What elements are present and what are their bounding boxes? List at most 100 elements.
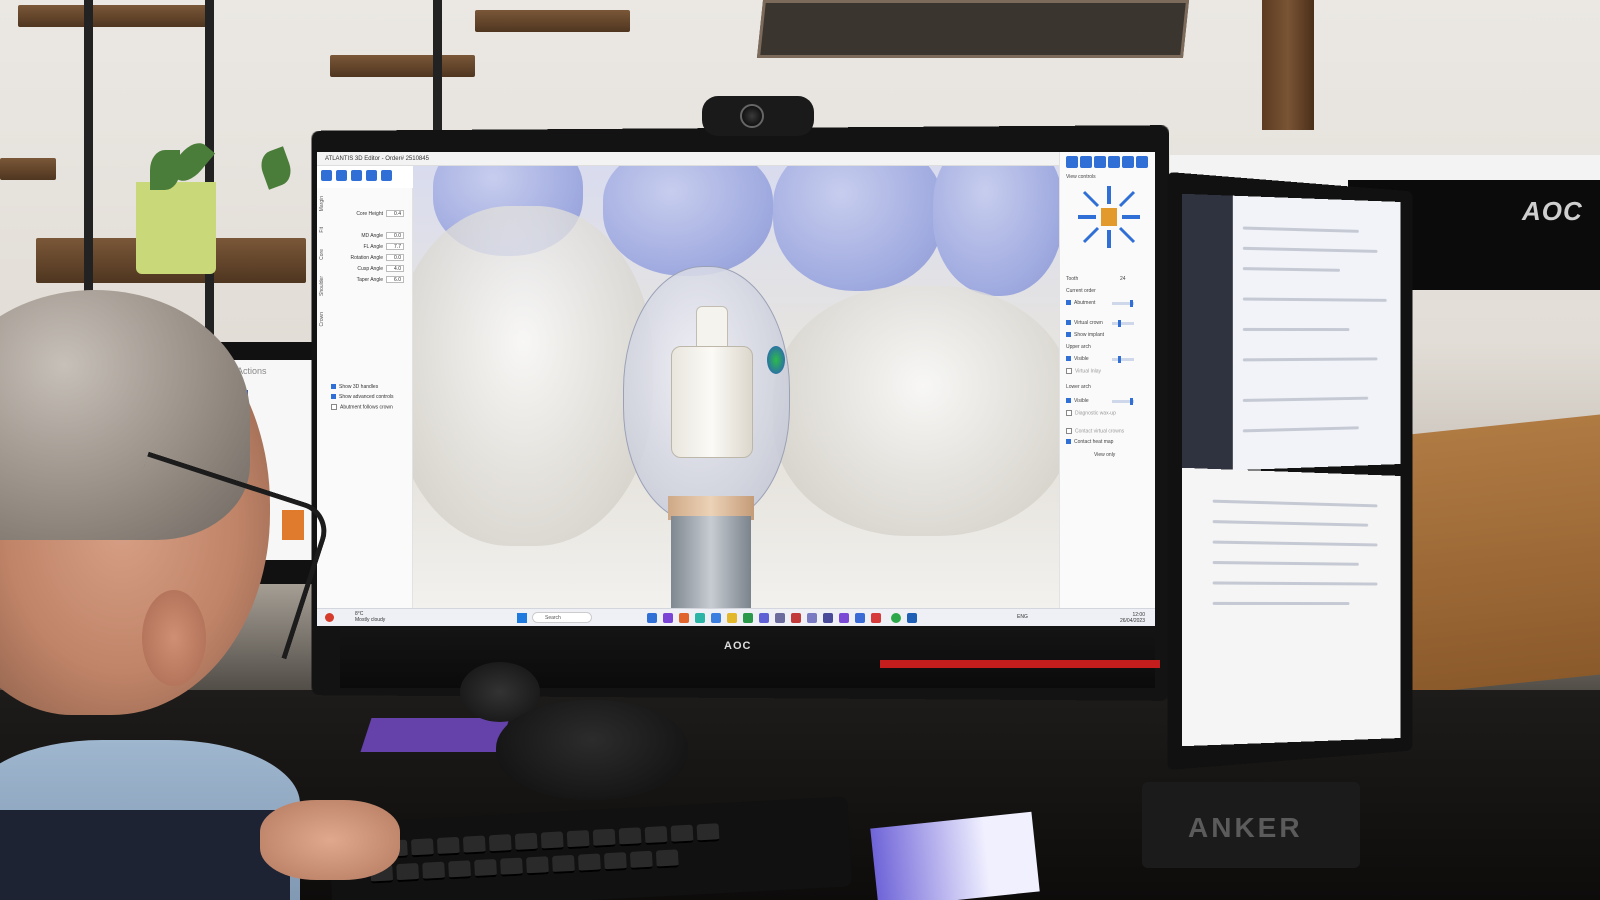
monitor-chin — [340, 628, 1155, 688]
checkbox[interactable] — [1066, 300, 1071, 305]
opacity-slider[interactable] — [1112, 302, 1134, 305]
layer-virtual-crown[interactable]: Virtual crown — [1066, 320, 1103, 326]
message-line — [1243, 267, 1340, 272]
upper-arch-label: Upper arch — [1066, 344, 1091, 350]
tool-icon[interactable] — [381, 170, 392, 181]
view-icon[interactable] — [1094, 156, 1106, 168]
key — [604, 852, 627, 871]
checkbox[interactable] — [1066, 410, 1072, 416]
param-input[interactable]: 7.7 — [386, 243, 404, 250]
view-icon[interactable] — [1080, 156, 1092, 168]
tab-fit[interactable]: Fit — [319, 227, 325, 233]
app-icon[interactable] — [823, 613, 833, 623]
param-input[interactable]: 6.0 — [386, 276, 404, 283]
option-show-advanced[interactable]: Show advanced controls — [331, 394, 393, 400]
param-input[interactable]: 0.0 — [386, 254, 404, 261]
tab-core[interactable]: Core — [319, 249, 325, 260]
option-abutment-follows[interactable]: Abutment follows crown — [331, 404, 393, 410]
checkbox[interactable] — [1066, 356, 1071, 361]
checkbox[interactable] — [1066, 320, 1071, 325]
app-icon[interactable] — [907, 613, 917, 623]
tab-shoulder[interactable]: Shoulder — [319, 276, 325, 296]
view-icon[interactable] — [1122, 156, 1134, 168]
email-row — [1213, 561, 1359, 566]
view-only-button[interactable]: View only — [1094, 452, 1115, 458]
right-monitor-upper-screen — [1182, 194, 1401, 472]
opacity-slider[interactable] — [1112, 358, 1134, 361]
speaker-logo: ANKER — [1188, 812, 1303, 844]
param-label: FL Angle — [363, 244, 383, 250]
tab-crown[interactable]: Crown — [319, 312, 325, 326]
key — [541, 831, 564, 850]
windows-start-icon[interactable] — [517, 613, 527, 623]
view-icon[interactable] — [1136, 156, 1148, 168]
app-icon[interactable] — [855, 613, 865, 623]
key — [515, 833, 538, 852]
view-icon[interactable] — [1108, 156, 1120, 168]
layer-abutment[interactable]: Abutment — [1066, 300, 1095, 306]
weather-icon[interactable] — [325, 613, 334, 622]
param-taper-angle: Taper Angle 6.0 — [333, 276, 409, 285]
layer-lower-visible[interactable]: Visible — [1066, 398, 1089, 404]
app-icon[interactable] — [775, 613, 785, 623]
param-input[interactable]: 0.4 — [386, 210, 404, 217]
param-fl-angle: FL Angle 7.7 — [333, 243, 409, 252]
checkbox[interactable] — [1066, 332, 1071, 337]
check-icon[interactable] — [321, 170, 332, 181]
key — [578, 853, 601, 872]
view-icon[interactable] — [1066, 156, 1078, 168]
checkbox[interactable] — [1066, 428, 1072, 434]
message-line — [1243, 297, 1387, 301]
key — [411, 838, 434, 857]
key — [630, 851, 653, 870]
folder-icon[interactable] — [727, 613, 737, 623]
app-icon[interactable] — [791, 613, 801, 623]
tooth-select[interactable]: 24 — [1120, 276, 1126, 282]
param-input[interactable]: 4.0 — [386, 265, 404, 272]
option-show-3d-handles[interactable]: Show 3D handles — [331, 384, 378, 390]
checkbox[interactable] — [1066, 368, 1072, 374]
app-icon[interactable] — [695, 613, 705, 623]
right-view-panel: View controls Tooth 24 Current order Abu… — [1059, 152, 1155, 608]
orientation-cube-icon[interactable] — [1074, 182, 1144, 252]
layer-contact-heat-map[interactable]: Contact heat map — [1066, 439, 1113, 445]
checkbox[interactable] — [331, 394, 336, 399]
opacity-slider[interactable] — [1112, 322, 1134, 325]
param-input[interactable]: 0.0 — [386, 232, 404, 239]
app-icon[interactable] — [743, 613, 753, 623]
app-icon[interactable] — [759, 613, 769, 623]
app-icon[interactable] — [807, 613, 817, 623]
tool-icon[interactable] — [351, 170, 362, 181]
key — [656, 849, 679, 868]
message-line — [1243, 247, 1378, 253]
language-indicator[interactable]: ENG — [1017, 614, 1028, 620]
checkbox[interactable] — [1066, 398, 1071, 403]
taskbar-clock[interactable]: 12:00 26/04/2023 — [1120, 612, 1145, 624]
chrome-icon[interactable] — [891, 613, 901, 623]
layer-show-implant[interactable]: Show implant — [1066, 332, 1104, 338]
weather-widget[interactable]: 8°C Mostly cloudy — [355, 611, 385, 623]
3d-viewport[interactable] — [413, 166, 1059, 608]
app-icon[interactable] — [663, 613, 673, 623]
layer-contact-virtual-crowns[interactable]: Contact virtual crowns — [1066, 428, 1124, 434]
tab-margin[interactable]: Margin — [319, 196, 325, 211]
checkbox[interactable] — [331, 384, 336, 389]
layer-virtual-inlay[interactable]: Virtual Inlay — [1066, 368, 1101, 374]
app-icon[interactable] — [839, 613, 849, 623]
app-icon[interactable] — [711, 613, 721, 623]
checkbox[interactable] — [331, 404, 337, 410]
opacity-slider[interactable] — [1112, 400, 1134, 403]
tool-icon[interactable] — [366, 170, 377, 181]
param-label: Core Height — [356, 211, 383, 217]
app-icon[interactable] — [871, 613, 881, 623]
headphone-case — [496, 700, 688, 800]
abutment[interactable] — [671, 346, 753, 458]
layer-upper-visible[interactable]: Visible — [1066, 356, 1089, 362]
app-icon[interactable] — [679, 613, 689, 623]
tool-icon[interactable] — [336, 170, 347, 181]
taskbar-search[interactable]: Search — [532, 612, 592, 623]
plant-leaf — [257, 146, 296, 189]
layer-diagnostic-waxup[interactable]: Diagnostic wax-up — [1066, 410, 1116, 416]
app-icon[interactable] — [647, 613, 657, 623]
checkbox[interactable] — [1066, 439, 1071, 444]
